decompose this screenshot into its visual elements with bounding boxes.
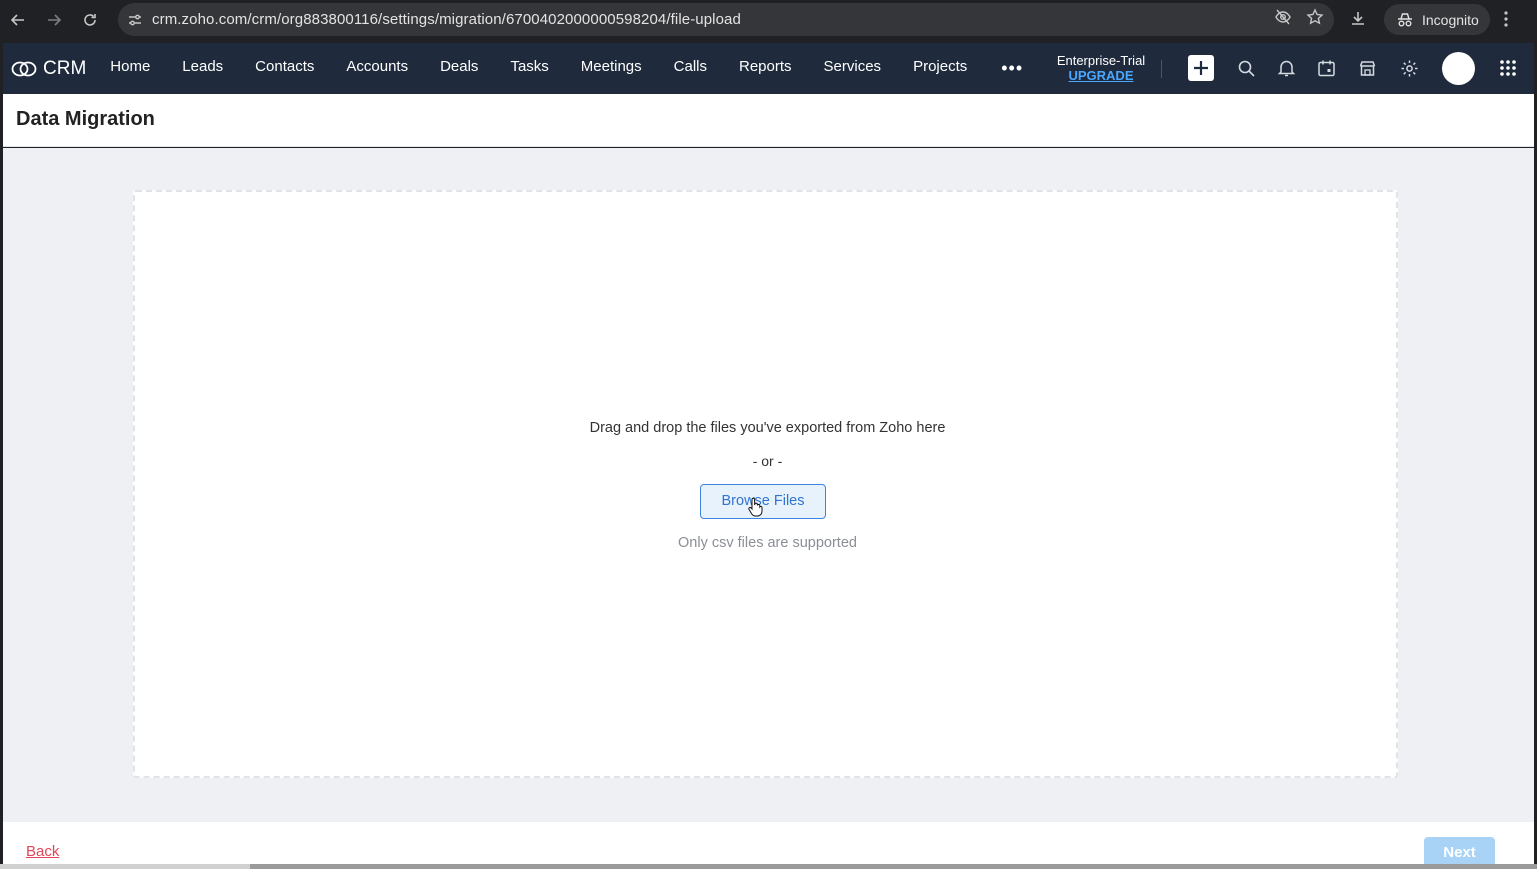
browser-menu-icon[interactable] [1503, 10, 1509, 33]
nav-deals[interactable]: Deals [424, 58, 494, 79]
nav-leads[interactable]: Leads [166, 58, 239, 79]
page-body: Drag and drop the files you've exported … [3, 148, 1534, 822]
marketplace-icon[interactable] [1358, 59, 1377, 83]
back-arrow-icon[interactable] [0, 2, 36, 38]
nav-projects[interactable]: Projects [897, 58, 983, 79]
file-type-hint: Only csv files are supported [678, 535, 857, 551]
nav-calls[interactable]: Calls [658, 58, 723, 79]
search-icon[interactable] [1237, 59, 1256, 83]
bell-icon[interactable] [1277, 59, 1296, 83]
incognito-badge[interactable]: Incognito [1384, 4, 1490, 35]
nav-accounts[interactable]: Accounts [330, 58, 424, 79]
crm-logo-text: CRM [43, 57, 87, 79]
create-new-button[interactable] [1188, 55, 1214, 81]
horizontal-scrollbar[interactable] [250, 864, 1537, 869]
eye-off-icon[interactable] [1274, 8, 1292, 31]
page-header: Data Migration [3, 94, 1534, 147]
apps-grid-icon[interactable] [1499, 59, 1517, 82]
bookmark-star-icon[interactable] [1306, 8, 1324, 31]
file-drop-zone[interactable]: Drag and drop the files you've exported … [133, 190, 1398, 778]
scrollbar-track [0, 864, 250, 869]
module-tabs: Home Leads Contacts Accounts Deals Tasks… [94, 58, 1041, 79]
nav-home[interactable]: Home [94, 58, 166, 79]
hand-cursor-icon [748, 497, 763, 517]
or-separator: - or - [752, 453, 783, 469]
drop-instructions: Drag and drop the files you've exported … [589, 420, 946, 436]
download-icon[interactable] [1348, 9, 1368, 34]
incognito-label: Incognito [1422, 11, 1479, 28]
browse-files-button[interactable]: Browse Files [700, 484, 826, 519]
more-modules-icon[interactable]: ••• [983, 58, 1041, 79]
back-button[interactable]: Back [26, 843, 59, 860]
nav-divider [1161, 60, 1162, 78]
crm-logo[interactable]: CRM [11, 58, 86, 80]
crm-logo-icon [11, 61, 37, 76]
upgrade-link[interactable]: UPGRADE [1053, 68, 1149, 83]
calendar-icon[interactable] [1317, 59, 1336, 83]
nav-tasks[interactable]: Tasks [494, 58, 564, 79]
edition-label: Enterprise-Trial [1056, 53, 1146, 68]
edition-info: Enterprise-Trial UPGRADE [1053, 53, 1149, 83]
nav-contacts[interactable]: Contacts [239, 58, 330, 79]
nav-services[interactable]: Services [808, 58, 898, 79]
nav-meetings[interactable]: Meetings [565, 58, 658, 79]
incognito-icon [1398, 12, 1412, 26]
crm-top-nav: CRM Home Leads Contacts Accounts Deals T… [3, 43, 1534, 94]
gear-icon[interactable] [1400, 59, 1419, 83]
address-bar[interactable]: crm.zoho.com/crm/org883800116/settings/m… [118, 3, 1334, 36]
plus-icon [1194, 61, 1208, 75]
reload-icon[interactable] [72, 2, 108, 38]
url-text: crm.zoho.com/crm/org883800116/settings/m… [152, 11, 741, 28]
site-settings-icon[interactable] [118, 12, 152, 28]
avatar[interactable] [1442, 52, 1475, 85]
wizard-footer: Back Next [3, 822, 1534, 869]
forward-arrow-icon[interactable] [36, 2, 72, 38]
nav-reports[interactable]: Reports [723, 58, 808, 79]
page-title: Data Migration [16, 108, 155, 130]
